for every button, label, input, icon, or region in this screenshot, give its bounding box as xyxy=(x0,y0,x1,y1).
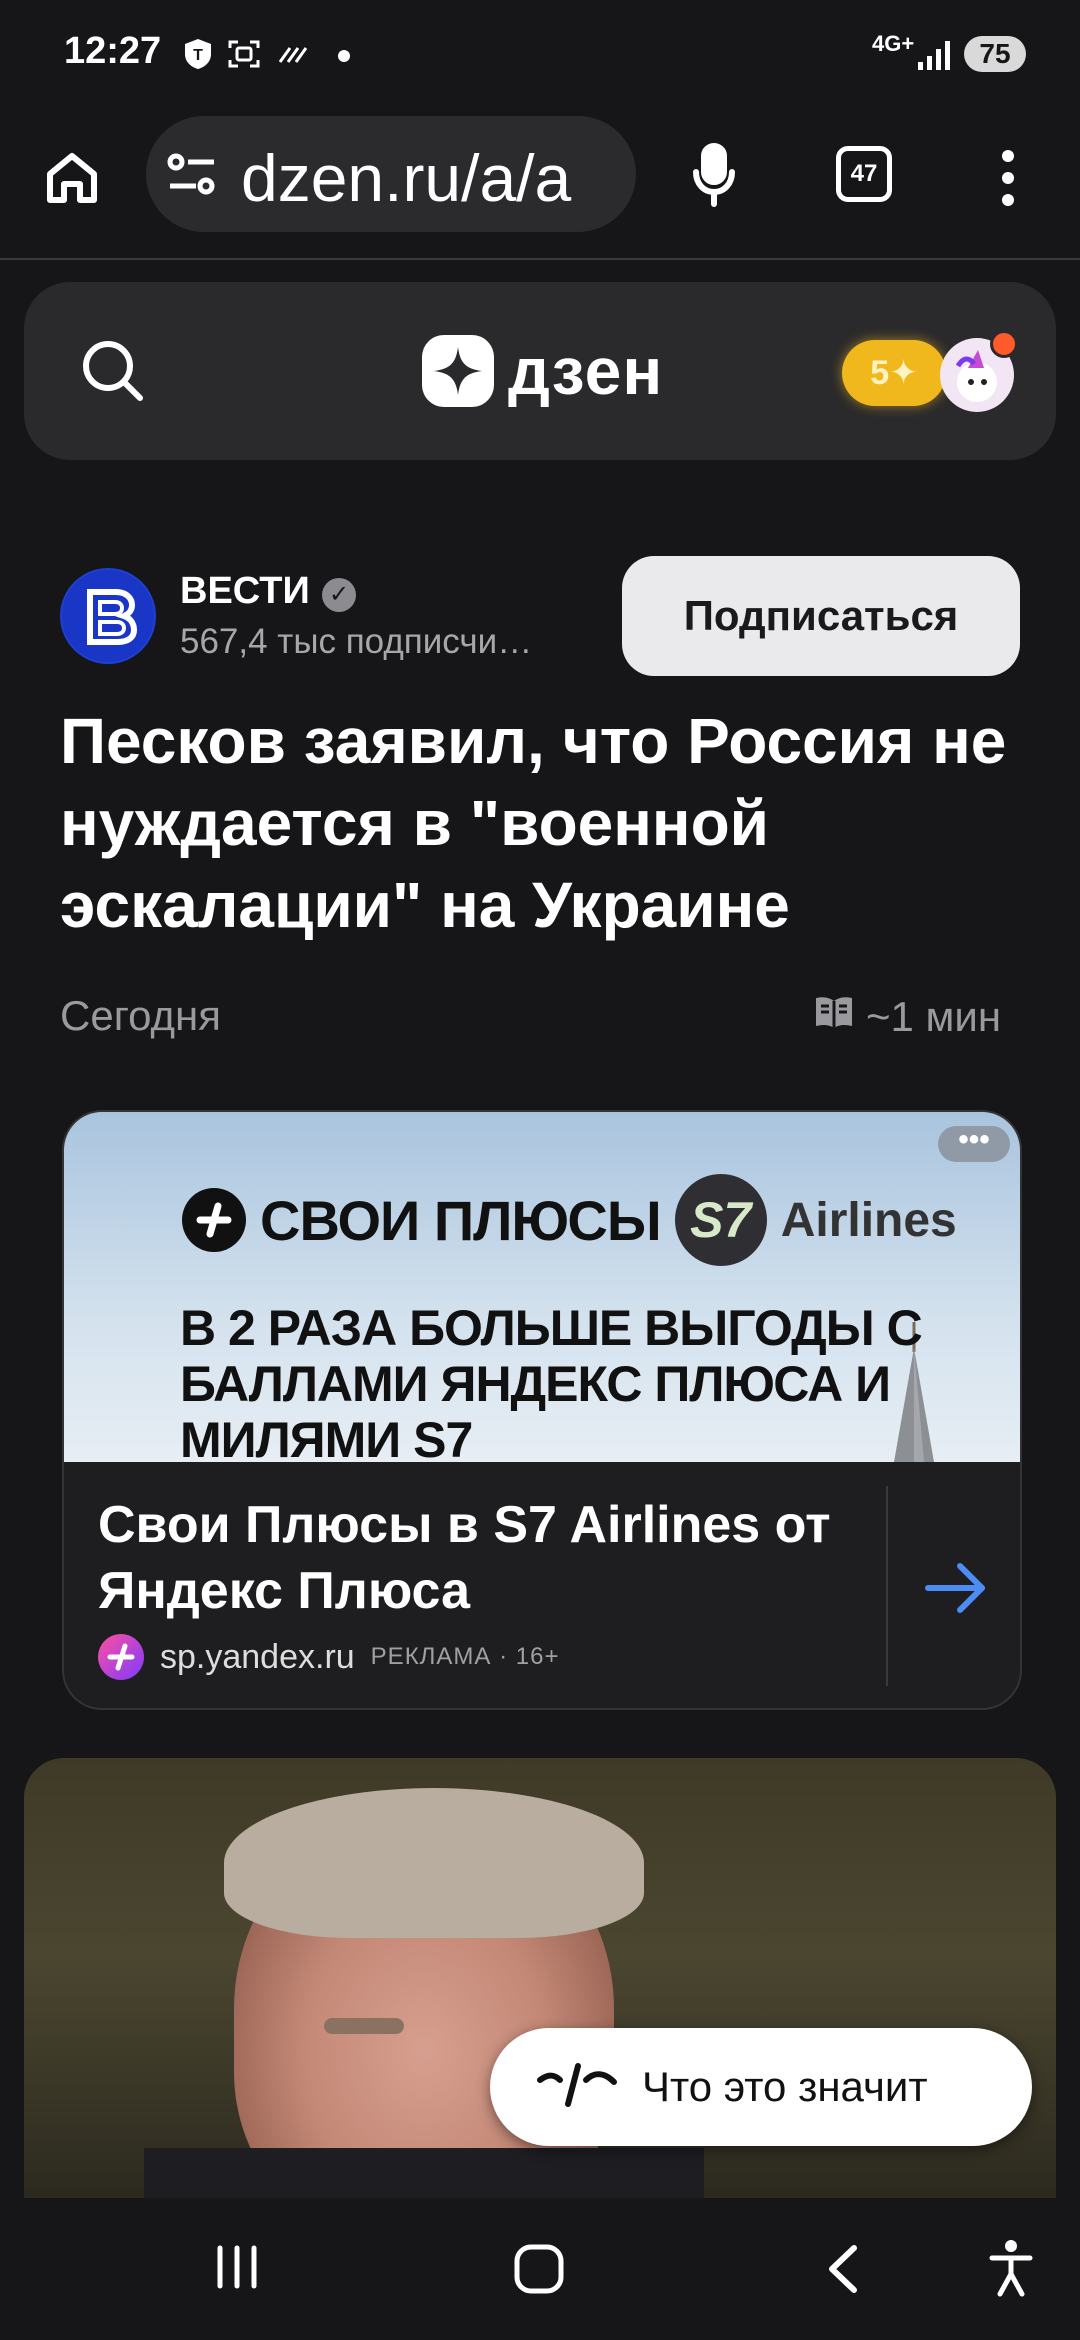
home-nav-icon[interactable] xyxy=(512,2242,566,2301)
ad-label: РЕКЛАМА · 16+ xyxy=(370,1643,560,1670)
url-text: dzen.ru/a/a xyxy=(241,141,572,215)
chip-label: Что это значит xyxy=(642,2063,928,2110)
svg-text:T: T xyxy=(193,47,203,64)
more-menu-icon[interactable] xyxy=(996,146,1020,210)
airlines-text: Airlines xyxy=(780,1193,957,1247)
data-saver-icon xyxy=(274,36,310,72)
publish-date: Сегодня xyxy=(60,992,221,1039)
s7-logo: S7 xyxy=(674,1174,767,1266)
network-type: 4G+ xyxy=(872,31,915,56)
ad-brand-row: СВОИ ПЛЮСЫ S7 Airlines xyxy=(182,1174,957,1266)
site-settings-icon[interactable] xyxy=(166,150,218,203)
ad-banner-image[interactable]: СВОИ ПЛЮСЫ S7 Airlines В 2 РАЗА БОЛЬШЕ В… xyxy=(64,1112,1020,1462)
ad-promo-text: В 2 РАЗА БОЛЬШЕ ВЫГОДЫ С БАЛЛАМИ ЯНДЕКС … xyxy=(180,1300,923,1462)
channel-subscribers: 567,4 тыс подписчи… xyxy=(180,622,533,661)
ad-source-domain[interactable]: sp.yandex.ru xyxy=(160,1638,355,1677)
what-it-means-chip[interactable]: Что это значит xyxy=(490,2028,1032,2146)
verified-check-icon: ✓ xyxy=(322,578,356,612)
ad-brand-text: СВОИ ПЛЮСЫ xyxy=(260,1188,662,1252)
address-bar[interactable]: dzen.ru/a/a xyxy=(146,116,636,232)
portrait-mustache xyxy=(324,2018,404,2034)
tabs-button[interactable]: 47 xyxy=(836,146,892,202)
battery-indicator: 75 xyxy=(964,36,1026,72)
system-nav-bar xyxy=(0,2198,1080,2340)
plus-logo-icon xyxy=(182,1188,246,1252)
portrait-hair xyxy=(224,1788,644,1938)
source-plus-icon xyxy=(98,1634,144,1680)
ad-options-button[interactable]: ••• xyxy=(938,1125,1010,1162)
dzen-logo-text: дзен xyxy=(508,334,664,408)
ai-summary-icon xyxy=(534,2060,620,2115)
channel-logo[interactable] xyxy=(60,568,156,664)
dzen-star-icon xyxy=(422,335,494,407)
portrait-suit xyxy=(144,2148,704,2198)
book-icon xyxy=(812,992,856,1042)
arrow-right-icon[interactable] xyxy=(916,1548,996,1628)
divider xyxy=(886,1486,888,1686)
microphone-icon[interactable] xyxy=(690,142,738,215)
status-bar: 12:27 T 4G+ 75 xyxy=(0,0,1080,108)
recent-apps-icon[interactable] xyxy=(212,2242,262,2297)
channel-name[interactable]: ВЕСТИ xyxy=(180,570,310,613)
screenshot-icon xyxy=(226,36,262,72)
dzen-header: дзен 5✦ xyxy=(24,282,1056,460)
read-time: ~1 мин xyxy=(812,992,1001,1042)
coins-badge[interactable]: 5✦ xyxy=(842,340,946,406)
notification-dot-icon xyxy=(338,50,350,62)
dzen-logo[interactable]: дзен xyxy=(422,334,663,408)
ad-card[interactable]: СВОИ ПЛЮСЫ S7 Airlines В 2 РАЗА БОЛЬШЕ В… xyxy=(62,1110,1022,1710)
read-time-text: ~1 мин xyxy=(866,993,1002,1040)
back-icon[interactable] xyxy=(818,2242,868,2301)
clock: 12:27 xyxy=(64,30,162,72)
browser-toolbar: dzen.ru/a/a 47 xyxy=(0,108,1080,260)
accessibility-icon[interactable] xyxy=(986,2238,1036,2303)
ad-title[interactable]: Свои Плюсы в S7 Airlines от Яндекс Плюса xyxy=(98,1492,858,1624)
subscribe-button[interactable]: Подписаться xyxy=(622,556,1020,676)
search-icon[interactable] xyxy=(78,336,148,411)
article-title: Песков заявил, что Россия не нуждается в… xyxy=(60,705,1007,941)
shield-icon: T xyxy=(180,36,216,72)
home-icon[interactable] xyxy=(40,146,104,210)
signal-icon xyxy=(916,36,956,77)
notification-dot-icon xyxy=(990,330,1018,358)
ad-source-row: sp.yandex.ru РЕКЛАМА · 16+ xyxy=(98,1634,559,1680)
